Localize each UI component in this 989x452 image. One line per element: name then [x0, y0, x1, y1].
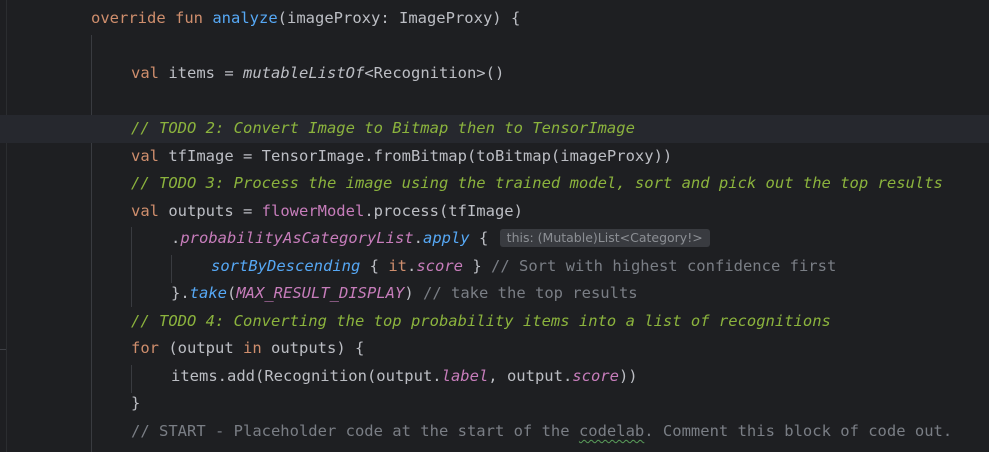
- code-line-close-brace[interactable]: }: [0, 390, 989, 418]
- todo-comment: // TODO 3: Process the image using the t…: [131, 174, 943, 192]
- constant-max-result-display: MAX_RESULT_DISPLAY: [236, 284, 405, 302]
- code-text: .process(tfImage): [364, 202, 523, 220]
- line-comment: // take the top results: [423, 284, 638, 302]
- todo-comment: // TODO 2: Convert Image to Bitmap then …: [131, 119, 635, 137]
- code-text: )): [618, 367, 638, 385]
- call-sortbydescending: sortByDescending: [211, 257, 361, 275]
- function-signature: (imageProxy: ImageProxy) {: [277, 9, 521, 27]
- code-text: (output: [159, 339, 243, 357]
- keyword-val: val: [131, 202, 159, 220]
- code-text: outputs =: [159, 202, 262, 220]
- code-text: ): [404, 284, 423, 302]
- property-score: score: [572, 367, 619, 385]
- spelling-typo-codelab: codelab: [578, 422, 645, 440]
- property-flowermodel: flowerModel: [261, 202, 365, 220]
- code-line-items[interactable]: val items = mutableListOf<Recognition>(): [0, 60, 989, 88]
- call-mutablelistof: mutableListOf: [243, 64, 365, 82]
- property-label: label: [441, 367, 489, 385]
- keyword-override: override: [91, 9, 166, 27]
- code-text: {: [469, 229, 489, 247]
- keyword-val: val: [131, 64, 159, 82]
- inlay-type-hint[interactable]: this: (Mutable)List<Category!>: [499, 229, 710, 247]
- code-text: items =: [159, 64, 243, 82]
- code-text: outputs) {: [261, 339, 365, 357]
- code-text: .: [413, 229, 423, 247]
- code-line-analyze-signature[interactable]: override fun analyze(imageProxy: ImagePr…: [0, 5, 989, 33]
- line-comment: . Comment this block of code out.: [644, 422, 953, 440]
- property-score: score: [416, 257, 463, 275]
- code-line-probability[interactable]: .probabilityAsCategoryList.apply { this:…: [0, 225, 989, 253]
- code-editor[interactable]: override fun analyze(imageProxy: ImagePr…: [0, 0, 989, 452]
- code-line-for[interactable]: for (output in outputs) {: [0, 335, 989, 363]
- property-probabilityascategorylist: probabilityAsCategoryList: [180, 229, 414, 247]
- code-text: {: [360, 257, 389, 275]
- line-comment: // Sort with highest confidence first: [491, 257, 837, 275]
- call-apply: apply: [422, 229, 470, 247]
- code-text: }: [131, 394, 141, 412]
- line-comment: // START - Placeholder code at the start…: [131, 422, 579, 440]
- code-text: }: [463, 257, 491, 275]
- code-text: }.: [171, 284, 190, 302]
- code-text: .: [406, 257, 417, 275]
- function-name: analyze: [212, 9, 278, 27]
- keyword-it: it: [388, 257, 407, 275]
- code-line-todo-3[interactable]: // TODO 3: Process the image using the t…: [0, 170, 989, 198]
- code-line-items-add[interactable]: items.add(Recognition(output.label, outp…: [0, 363, 989, 391]
- code-text: items.add(Recognition(output.: [171, 367, 442, 385]
- code-line-todo-2[interactable]: // TODO 2: Convert Image to Bitmap then …: [0, 115, 989, 143]
- code-line-tfimage[interactable]: val tfImage = TensorImage.fromBitmap(toB…: [0, 143, 989, 171]
- call-take: take: [189, 284, 227, 302]
- keyword-fun: fun: [175, 9, 203, 27]
- code-text: .: [171, 229, 181, 247]
- keyword-in: in: [243, 339, 262, 357]
- code-text: (: [227, 284, 237, 302]
- todo-comment: // TODO 4: Converting the top probabilit…: [131, 312, 831, 330]
- keyword-val: val: [131, 147, 159, 165]
- keyword-for: for: [131, 339, 159, 357]
- code-text: <Recognition>(): [364, 64, 505, 82]
- code-text: , output.: [488, 367, 573, 385]
- code-text: tfImage = TensorImage.fromBitmap(toBitma…: [159, 147, 673, 165]
- code-line-todo-4[interactable]: // TODO 4: Converting the top probabilit…: [0, 308, 989, 336]
- code-line-take[interactable]: }.take(MAX_RESULT_DISPLAY) // take the t…: [0, 280, 989, 308]
- code-line-sort[interactable]: sortByDescending { it.score } // Sort wi…: [0, 253, 989, 281]
- code-line-outputs[interactable]: val outputs = flowerModel.process(tfImag…: [0, 198, 989, 226]
- code-line-start-comment[interactable]: // START - Placeholder code at the start…: [0, 418, 989, 446]
